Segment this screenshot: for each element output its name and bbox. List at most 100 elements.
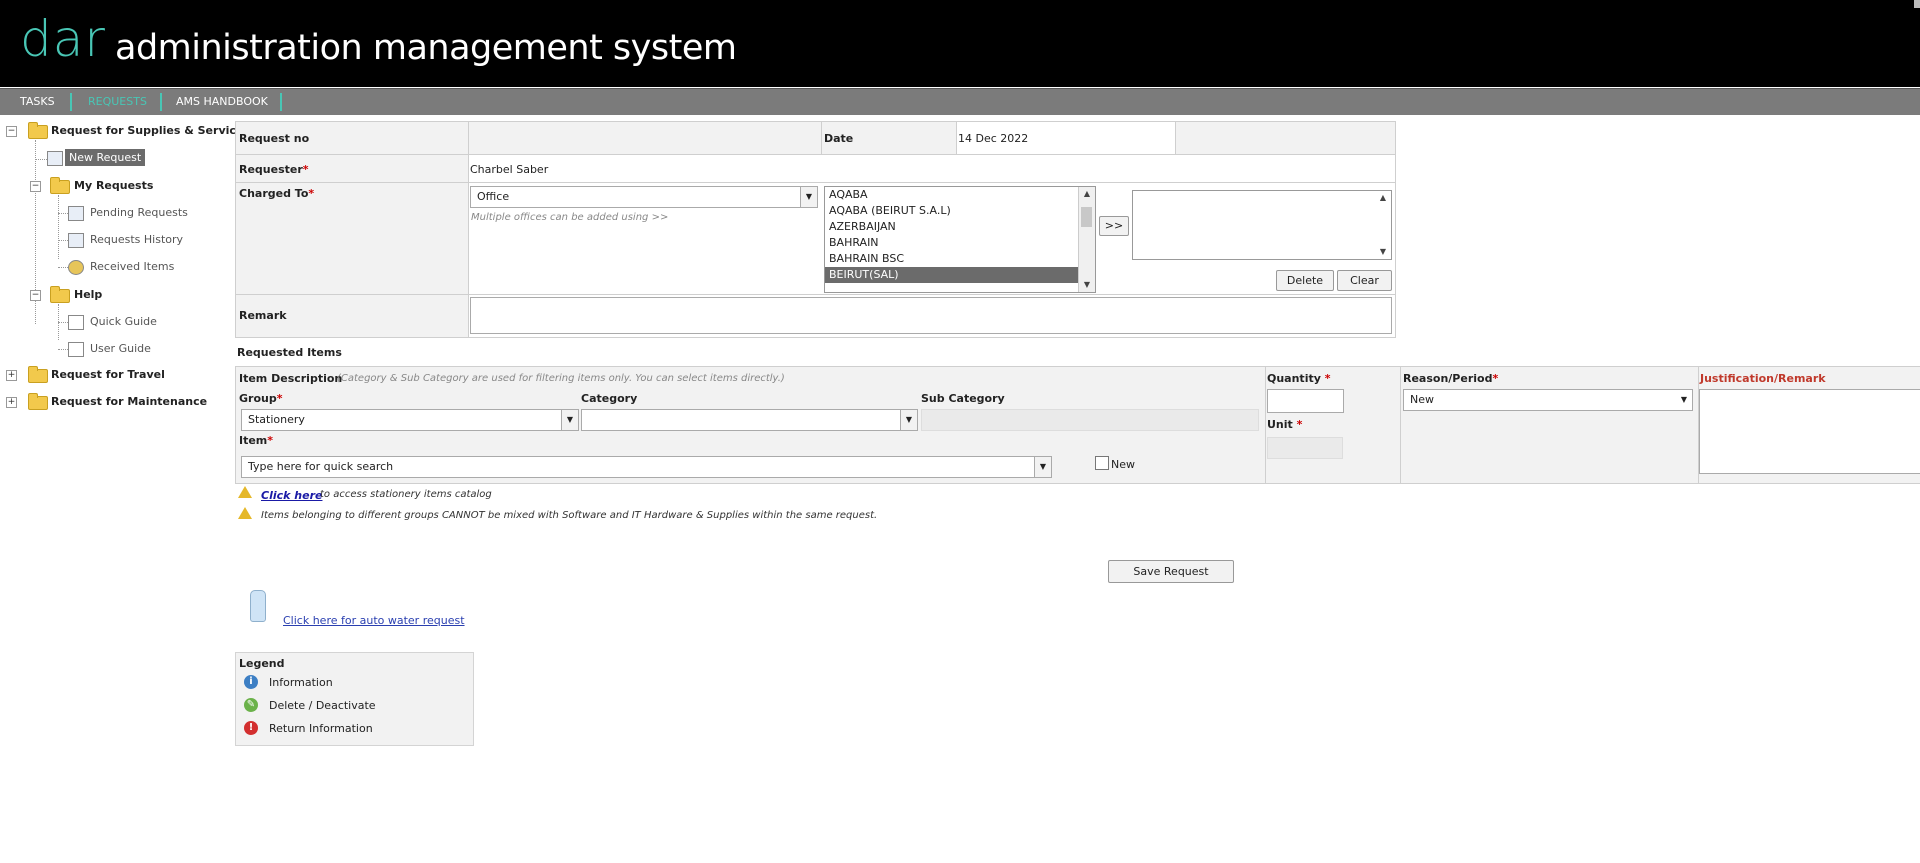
chevron-down-icon: ▼ xyxy=(561,410,578,430)
selected-offices-list[interactable]: ▲ ▼ xyxy=(1132,190,1392,260)
unit-select[interactable] xyxy=(1267,437,1343,459)
tree-quick-guide[interactable]: Quick Guide xyxy=(90,315,157,328)
expand-toggle[interactable]: + xyxy=(6,370,17,381)
scroll-thumb[interactable] xyxy=(1081,207,1092,227)
nav-requests[interactable]: REQUESTS xyxy=(88,95,147,108)
collapse-toggle[interactable]: − xyxy=(30,290,41,301)
charged-to-hint: Multiple offices can be added using >> xyxy=(471,212,669,223)
legend-delete: Delete / Deactivate xyxy=(269,699,376,712)
reason-period-select[interactable]: New ▼ xyxy=(1403,389,1693,411)
office-option[interactable]: AQABA (BEIRUT S.A.L) xyxy=(825,203,1095,219)
auto-water-request-link[interactable]: Click here for auto water request xyxy=(283,614,465,627)
tree-help[interactable]: Help xyxy=(74,288,102,301)
chevron-down-icon: ▼ xyxy=(1034,457,1051,477)
tree-supplies-services[interactable]: Request for Supplies & Services xyxy=(51,124,250,137)
app-title: administration management system xyxy=(115,28,737,68)
warning-icon xyxy=(238,486,252,498)
delete-deactivate-icon: ✎ xyxy=(244,698,258,712)
tree-requests-history[interactable]: Requests History xyxy=(90,233,183,246)
selected-list-scrollbar[interactable]: ▲ ▼ xyxy=(1375,191,1391,259)
item-search-placeholder: Type here for quick search xyxy=(248,460,394,473)
item-search-select[interactable]: Type here for quick search ▼ xyxy=(241,456,1052,478)
top-navigation: TASKS REQUESTS AMS HANDBOOK xyxy=(0,88,1920,115)
office-option[interactable]: AQABA xyxy=(825,187,1095,203)
group-mixing-warning: Items belonging to different groups CANN… xyxy=(261,510,878,521)
new-request-icon xyxy=(47,151,63,166)
new-item-label: New xyxy=(1111,458,1135,471)
charged-to-select[interactable]: Office ▼ xyxy=(470,186,818,208)
legend-information: Information xyxy=(269,676,333,689)
tree-user-guide[interactable]: User Guide xyxy=(90,342,151,355)
tree-pending-requests[interactable]: Pending Requests xyxy=(90,206,188,219)
expand-toggle[interactable]: + xyxy=(6,397,17,408)
item-label: Item* xyxy=(239,434,274,447)
folder-icon xyxy=(28,366,48,383)
office-option[interactable]: BAHRAIN xyxy=(825,235,1095,251)
water-bottle-icon xyxy=(250,590,266,622)
remark-input[interactable] xyxy=(470,297,1392,334)
request-no-label: Request no xyxy=(239,132,310,145)
office-option[interactable]: AZERBAIJAN xyxy=(825,219,1095,235)
warning-icon xyxy=(238,507,252,519)
reason-period-value: New xyxy=(1410,393,1434,406)
reason-period-label: Reason/Period* xyxy=(1403,372,1499,385)
quantity-input[interactable] xyxy=(1267,389,1344,413)
scroll-up-icon[interactable]: ▲ xyxy=(1375,191,1391,205)
save-request-button[interactable]: Save Request xyxy=(1108,560,1234,583)
nav-tasks[interactable]: TASKS xyxy=(20,95,55,108)
nav-separator xyxy=(70,93,72,111)
nav-ams-handbook[interactable]: AMS HANDBOOK xyxy=(176,95,268,108)
clear-button[interactable]: Clear xyxy=(1337,270,1392,291)
legend-title: Legend xyxy=(239,657,285,670)
remark-label: Remark xyxy=(239,309,287,322)
nav-separator xyxy=(280,93,282,111)
delete-button[interactable]: Delete xyxy=(1276,270,1334,291)
folder-icon xyxy=(28,393,48,410)
tree-new-request[interactable]: New Request xyxy=(65,149,146,166)
group-label: Group* xyxy=(239,392,283,405)
catalog-link[interactable]: Click here xyxy=(261,489,322,502)
requests-history-icon xyxy=(68,233,84,248)
group-select[interactable]: Stationery ▼ xyxy=(241,409,579,431)
quick-guide-icon xyxy=(68,315,84,330)
requester-label: Requester* xyxy=(239,163,309,176)
category-select[interactable]: ▼ xyxy=(581,409,918,431)
requester-value: Charbel Saber xyxy=(470,163,549,176)
collapse-toggle[interactable]: − xyxy=(30,181,41,192)
tree-request-maintenance[interactable]: Request for Maintenance xyxy=(51,395,207,408)
quantity-label: Quantity * xyxy=(1267,372,1331,385)
tree-request-travel[interactable]: Request for Travel xyxy=(51,368,165,381)
charged-to-select-value: Office xyxy=(477,190,510,203)
received-items-icon xyxy=(68,260,84,275)
tree-received-items[interactable]: Received Items xyxy=(90,260,174,273)
tree-my-requests[interactable]: My Requests xyxy=(74,179,153,192)
folder-icon xyxy=(50,177,70,194)
office-option[interactable]: BAHRAIN BSC xyxy=(825,251,1095,267)
unit-label: Unit * xyxy=(1267,418,1303,431)
justification-input[interactable] xyxy=(1699,389,1920,474)
new-item-checkbox[interactable] xyxy=(1095,456,1109,470)
user-guide-icon xyxy=(68,342,84,357)
scroll-down-icon[interactable]: ▼ xyxy=(1375,245,1391,259)
legend-box: Legend i Information ✎ Delete / Deactiva… xyxy=(235,652,474,746)
charged-to-label: Charged To* xyxy=(239,187,315,200)
corner-marker xyxy=(1914,0,1920,8)
date-label: Date xyxy=(824,132,854,145)
item-description-hint: (Category & Sub Category are used for fi… xyxy=(337,373,785,384)
app-header: dar administration management system xyxy=(0,0,1920,87)
return-info-icon: ! xyxy=(244,721,258,735)
category-label: Category xyxy=(581,392,638,405)
subcategory-label: Sub Category xyxy=(921,392,1005,405)
chevron-down-icon: ▼ xyxy=(800,187,817,207)
info-icon: i xyxy=(244,675,258,689)
scroll-down-icon[interactable]: ▼ xyxy=(1079,278,1095,292)
subcategory-select[interactable] xyxy=(921,409,1259,431)
offices-listbox[interactable]: AQABA AQABA (BEIRUT S.A.L) AZERBAIJAN BA… xyxy=(824,186,1096,293)
dar-logo: dar xyxy=(20,10,106,68)
nav-separator xyxy=(160,93,162,111)
listbox-scrollbar[interactable]: ▲ ▼ xyxy=(1078,187,1095,292)
collapse-toggle[interactable]: − xyxy=(6,126,17,137)
scroll-up-icon[interactable]: ▲ xyxy=(1079,187,1095,201)
add-office-button[interactable]: >> xyxy=(1099,216,1129,236)
office-option-selected[interactable]: BEIRUT(SAL) xyxy=(825,267,1095,283)
